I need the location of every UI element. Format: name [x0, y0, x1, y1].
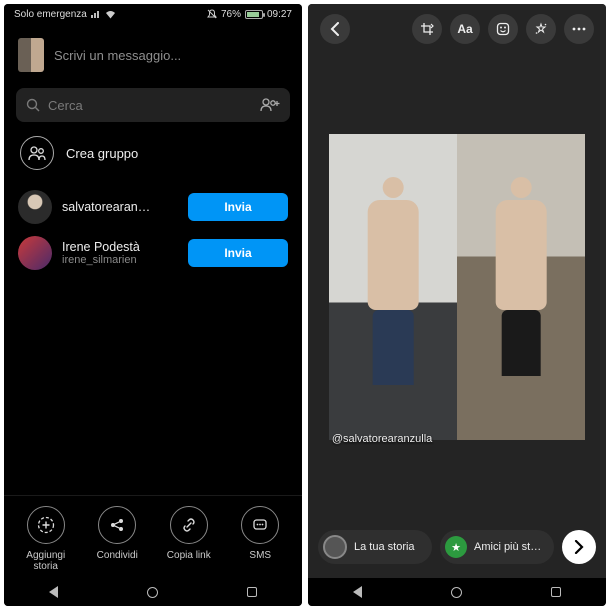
nav-recent[interactable]: [247, 587, 257, 597]
action-copy-link[interactable]: Copia link: [161, 506, 217, 572]
search-placeholder: Cerca: [48, 98, 83, 113]
nav-home[interactable]: [147, 587, 158, 598]
search-icon: [26, 98, 40, 112]
effects-icon[interactable]: [526, 14, 556, 44]
compose-row[interactable]: Scrivi un messaggio...: [4, 24, 302, 82]
sms-icon: [241, 506, 279, 544]
android-navbar: [308, 578, 606, 606]
nav-back[interactable]: [353, 586, 362, 598]
contact-name: salvatorearan…: [62, 200, 178, 214]
editor-toolbar: Aa: [308, 4, 606, 54]
search-input[interactable]: Cerca: [16, 88, 290, 122]
carrier-text: Solo emergenza: [14, 9, 87, 20]
signal-icon: [91, 10, 101, 18]
wifi-icon: [105, 10, 116, 19]
send-button[interactable]: Invia: [188, 193, 288, 221]
action-share[interactable]: Condividi: [89, 506, 145, 572]
text-icon[interactable]: Aa: [450, 14, 480, 44]
avatar[interactable]: [18, 236, 52, 270]
canvas-area[interactable]: @salvatorearanzulla: [308, 54, 606, 520]
add-story-icon: [27, 506, 65, 544]
crop-icon[interactable]: [412, 14, 442, 44]
story-editor-screen: Aa @salvatorearanzulla: [308, 4, 606, 606]
share-sheet-screen: Solo emergenza 76% 09:27 Scrivi un messa…: [4, 4, 302, 606]
bottom-actions: Aggiungi storia Condividi Copia link SMS: [4, 495, 302, 578]
story-photo: [329, 134, 585, 439]
pill-close-friends[interactable]: ★ Amici più st…: [440, 530, 554, 564]
group-icon: [20, 136, 54, 170]
add-people-icon[interactable]: [260, 98, 280, 112]
nav-home[interactable]: [451, 587, 462, 598]
clock: 09:27: [267, 9, 292, 20]
more-icon[interactable]: [564, 14, 594, 44]
contact-name: Irene Podestà: [62, 240, 178, 254]
android-navbar: [4, 578, 302, 606]
action-add-story[interactable]: Aggiungi storia: [18, 506, 74, 572]
action-sms[interactable]: SMS: [232, 506, 288, 572]
status-bar: Solo emergenza 76% 09:27: [4, 4, 302, 24]
avatar[interactable]: [18, 190, 52, 224]
link-icon: [170, 506, 208, 544]
mention-tag[interactable]: @salvatorearanzulla: [332, 433, 432, 445]
contact-name-block: salvatorearan…: [62, 200, 178, 214]
send-button[interactable]: Invia: [188, 239, 288, 267]
battery-icon: [245, 10, 263, 19]
sticker-icon[interactable]: [488, 14, 518, 44]
contact-row: salvatorearan… Invia: [4, 184, 302, 230]
battery-pct: 76%: [221, 9, 241, 20]
pill-your-story[interactable]: La tua storia: [318, 530, 432, 564]
contact-row: Irene Podestà irene_silmarien Invia: [4, 230, 302, 276]
forward-button[interactable]: [562, 530, 596, 564]
story-thumbnail: [18, 38, 44, 72]
share-icon: [98, 506, 136, 544]
close-friends-icon: ★: [445, 536, 467, 558]
nav-recent[interactable]: [551, 587, 561, 597]
contact-username: irene_silmarien: [62, 254, 178, 266]
create-group-label: Crea gruppo: [66, 146, 138, 161]
contact-name-block: Irene Podestà irene_silmarien: [62, 240, 178, 266]
your-story-avatar: [323, 535, 347, 559]
create-group-row[interactable]: Crea gruppo: [4, 122, 302, 184]
back-button[interactable]: [320, 14, 350, 44]
nav-back[interactable]: [49, 586, 58, 598]
editor-bottom-bar: La tua storia ★ Amici più st…: [308, 520, 606, 578]
compose-placeholder: Scrivi un messaggio...: [54, 48, 181, 63]
mute-icon: [207, 9, 217, 19]
